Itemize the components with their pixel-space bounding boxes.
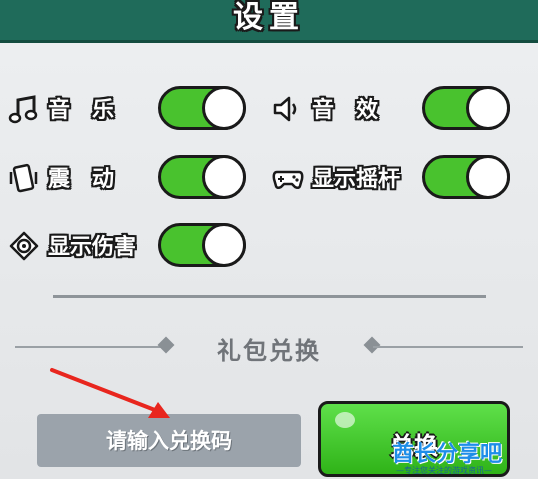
gift-line-right xyxy=(373,346,523,348)
toggle-knob xyxy=(466,86,510,130)
watermark-tagline: —专注您关注的游戏资讯— xyxy=(396,466,492,475)
music-label: 音 乐 xyxy=(48,98,115,123)
vibration-phone-icon xyxy=(8,163,40,193)
setting-vibration: 震 动 xyxy=(8,155,248,199)
setting-music: 音 乐 xyxy=(8,86,248,130)
music-toggle[interactable] xyxy=(158,86,246,130)
setting-sound-effects: 音 效 xyxy=(272,86,512,130)
sound-effects-toggle[interactable] xyxy=(422,86,510,130)
show-joystick-toggle[interactable] xyxy=(422,155,510,199)
gamepad-icon xyxy=(272,163,304,193)
crosshair-icon xyxy=(8,231,40,261)
gift-redeem-title: 礼包兑换 xyxy=(217,337,321,365)
show-damage-toggle[interactable] xyxy=(158,223,246,267)
button-shine xyxy=(335,412,355,428)
speaker-icon xyxy=(272,94,304,124)
toggle-knob xyxy=(466,155,510,199)
title-bar: 设置 xyxy=(0,0,538,43)
toggle-knob xyxy=(202,86,246,130)
annotation-arrow-icon xyxy=(50,368,170,418)
page-title: 设置 xyxy=(233,0,305,35)
show-joystick-label: 显示摇杆 xyxy=(312,167,401,192)
toggle-knob xyxy=(202,223,246,267)
setting-show-joystick: 显示摇杆 xyxy=(272,155,512,199)
watermark-logo: 酋长分享吧 xyxy=(392,442,503,467)
section-divider xyxy=(53,295,486,298)
setting-show-damage: 显示伤害 xyxy=(8,223,248,267)
show-damage-label: 显示伤害 xyxy=(48,235,137,260)
vibration-toggle[interactable] xyxy=(158,155,246,199)
toggle-knob xyxy=(202,155,246,199)
vibration-label: 震 动 xyxy=(48,167,115,192)
sound-effects-label: 音 效 xyxy=(312,98,379,123)
music-note-icon xyxy=(8,94,40,124)
